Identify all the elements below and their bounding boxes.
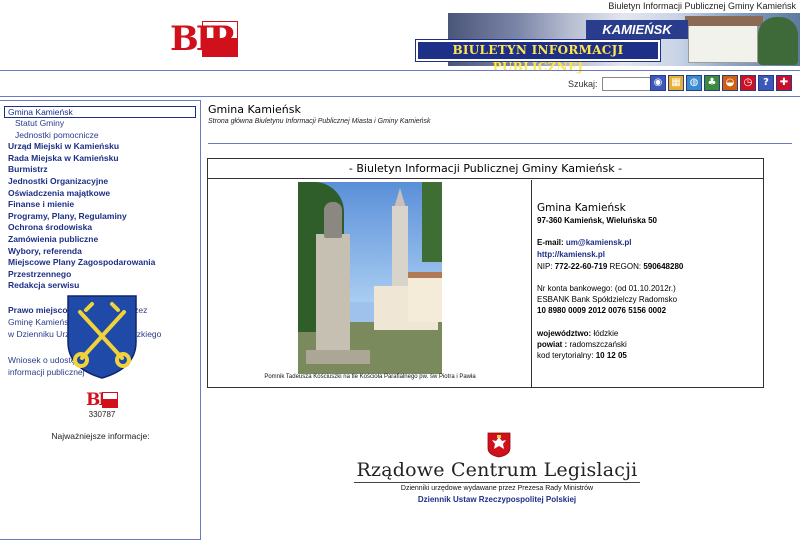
rss-icon[interactable]: ◒ — [722, 75, 738, 91]
bank-name: ESBANK Bank Spółdzielczy Radomsko — [537, 295, 678, 304]
sidebar-item-jednostki-organizacyjne[interactable]: Jednostki Organizacyjne — [0, 176, 200, 188]
office-address: 97-360 Kamieńsk, Wieluńska 50 — [537, 216, 657, 225]
sidebar-item-oswiadczenia[interactable]: Oświadczenia majątkowe — [0, 188, 200, 200]
county-row: powiat : radomszczański — [537, 340, 627, 349]
tree-icon[interactable]: ♣ — [704, 75, 720, 91]
sidebar-item-programy[interactable]: Programy, Plany, Regulaminy — [0, 211, 200, 223]
sidebar-item-plany[interactable]: Miejscowe Plany Zagospodarowania — [0, 257, 200, 269]
photo-cell: Pomnik Tadeusza Kościuszki na tle Kościo… — [208, 180, 532, 387]
bip-logo[interactable]: BIP — [170, 19, 238, 59]
info-table-header: - Biuletyn Informacji Publicznej Gminy K… — [208, 159, 763, 179]
rcl-divider — [354, 482, 640, 483]
banner-house-image — [685, 16, 763, 63]
dziennik-ustaw-link[interactable]: Dziennik Ustaw Rzeczypospolitej Polskiej — [354, 495, 640, 504]
toolbar-divider — [0, 96, 800, 97]
regon-value: 590648280 — [643, 262, 684, 271]
sidebar-item-zamowienia[interactable]: Zamówienia publiczne — [0, 234, 200, 246]
voivodeship-row: województwo: łódzkie — [537, 329, 618, 338]
rcl-title[interactable]: Rządowe Centrum Legislacji — [354, 459, 640, 481]
office-name: Gmina Kamieńsk — [537, 202, 626, 214]
coat-of-arms-icon — [67, 295, 137, 379]
bank-account: 10 8980 0009 2012 0076 5156 0002 — [537, 306, 667, 315]
sidebar-item-gmina[interactable]: Gmina Kamieńsk — [4, 106, 196, 118]
polish-eagle-icon — [487, 432, 511, 458]
regon-label: REGON: — [609, 262, 642, 271]
territorial-label: kod terytorialny: — [537, 351, 594, 360]
county-value: radomszczański — [569, 340, 627, 349]
sidebar-item-jednostki-pomocnicze[interactable]: Jednostki pomocnicze — [0, 130, 200, 142]
globe-icon[interactable]: ◍ — [686, 75, 702, 91]
territorial-row: kod terytorialny: 10 12 05 — [537, 351, 627, 360]
search-label: Szukaj: — [568, 79, 598, 89]
page-subtitle: Strona główna Biuletynu Informacji Publi… — [208, 118, 431, 125]
clock-icon[interactable]: ◷ — [740, 75, 756, 91]
sidebar-item-urzad[interactable]: Urząd Miejski w Kamieńsku — [0, 141, 200, 153]
search-bar: Szukaj: — [568, 75, 652, 93]
header-banner: KAMIEŃSK BIULETYN INFORMACJI PUBLICZNEJ — [415, 13, 800, 74]
email-link[interactable]: um@kamiensk.pl — [566, 238, 632, 247]
latest-info-label: Najważniejsze informacje: — [51, 431, 150, 441]
help-icon[interactable]: ? — [758, 75, 774, 91]
nip-value: 772-22-60-719 — [554, 262, 608, 271]
search-input[interactable] — [601, 77, 652, 91]
website-link[interactable]: http://kamiensk.pl — [537, 250, 605, 259]
sidebar-item-statut[interactable]: Statut Gminy — [0, 118, 200, 130]
monument-photo — [298, 182, 442, 374]
nip-label: NIP: — [537, 262, 553, 271]
visit-counter: 330787 — [88, 410, 116, 419]
sidebar-item-ochrona[interactable]: Ochrona środowiska — [0, 222, 200, 234]
banner-tree-image — [758, 17, 798, 65]
info-table: - Biuletyn Informacji Publicznej Gminy K… — [207, 158, 764, 388]
email-label: E-mail: — [537, 238, 564, 247]
page-title: Gmina Kamieńsk — [208, 103, 301, 116]
contact-cell: Gmina Kamieńsk 97-360 Kamieńsk, Wieluńsk… — [533, 180, 763, 387]
content-divider — [208, 143, 792, 144]
bank-label: Nr konta bankowego: (od 01.10.2012r.) — [537, 284, 676, 293]
sidebar-nav: Gmina Kamieńsk Statut Gminy Jednostki po… — [0, 101, 200, 292]
sidebar-item-burmistrz[interactable]: Burmistrz — [0, 164, 200, 176]
sidebar-item-finanse[interactable]: Finanse i mienie — [0, 199, 200, 211]
header-divider — [0, 70, 800, 71]
photo-caption: Pomnik Tadeusza Kościuszki na tle Kościo… — [264, 374, 476, 380]
eye-icon[interactable]: ◉ — [650, 75, 666, 91]
banner-city-name: KAMIEŃSK — [586, 20, 688, 39]
sidebar-item-wybory[interactable]: Wybory, referenda — [0, 246, 200, 258]
email-row: E-mail: um@kamiensk.pl — [537, 238, 632, 247]
toolbar-icons: ◉ ▦ ◍ ♣ ◒ ◷ ? ✚ — [650, 75, 792, 91]
window-title: Biuletyn Informacji Publicznej Gminy Kam… — [608, 1, 796, 11]
territorial-value: 10 12 05 — [595, 351, 627, 360]
nip-row: NIP: 772-22-60-719 REGON: 590648280 — [537, 262, 683, 271]
uk-flag-icon[interactable]: ✚ — [776, 75, 792, 91]
bip-small-logo[interactable]: BIP — [86, 390, 118, 410]
website-row: http://kamiensk.pl — [537, 250, 605, 259]
county-label: powiat : — [537, 340, 568, 349]
voivodeship-value: łódzkie — [593, 329, 619, 338]
map-icon[interactable]: ▦ — [668, 75, 684, 91]
sidebar-item-redakcja[interactable]: Redakcja serwisu — [0, 280, 200, 292]
banner-bip-title: BIULETYN INFORMACJI PUBLICZNEJ — [415, 39, 661, 74]
sidebar-item-plany-cont[interactable]: Przestrzennego — [0, 269, 200, 281]
bip-logo-text: BIP — [170, 19, 234, 59]
voivodeship-label: województwo: — [537, 329, 592, 338]
rcl-subtitle: Dzienniki urzędowe wydawane przez Prezes… — [400, 485, 594, 492]
sidebar-item-rada[interactable]: Rada Miejska w Kamieńsku — [0, 153, 200, 165]
